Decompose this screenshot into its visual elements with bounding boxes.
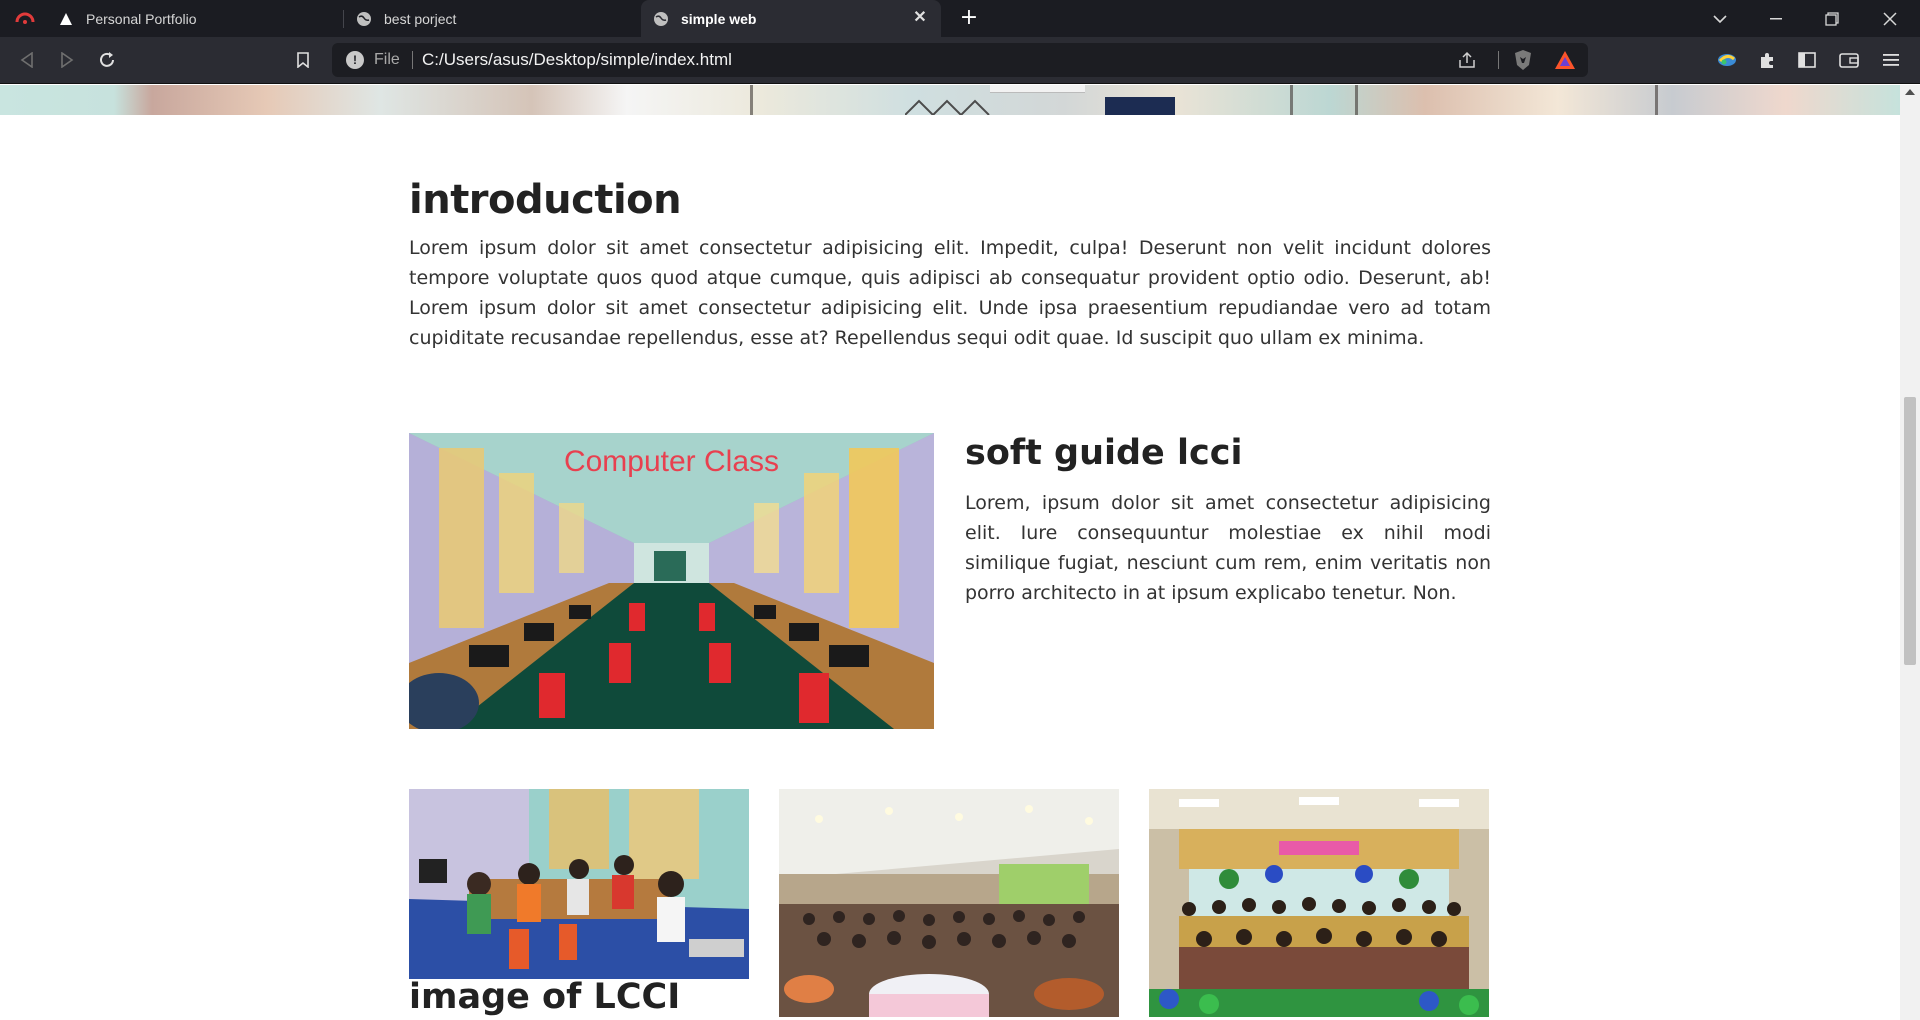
hero-detail bbox=[1655, 85, 1658, 115]
restore-button[interactable] bbox=[1804, 0, 1860, 37]
tab-personal-portfolio[interactable]: Personal Portfolio bbox=[46, 0, 342, 37]
brave-rewards-icon[interactable] bbox=[1554, 49, 1576, 71]
hero-image bbox=[0, 85, 1900, 115]
new-tab-button[interactable]: + bbox=[956, 6, 982, 32]
hero-detail bbox=[1290, 85, 1293, 115]
hero-detail bbox=[905, 99, 990, 115]
tab-simple-web[interactable]: simple web ✕ bbox=[641, 0, 941, 37]
tab-search-icon[interactable] bbox=[1692, 0, 1748, 37]
sidebar-icon[interactable] bbox=[1794, 47, 1820, 73]
forward-button[interactable] bbox=[54, 47, 80, 73]
feature-heading: soft guide lcci bbox=[965, 433, 1243, 473]
browser-toolbar: ! File C:/Users/asus/Desktop/simple/inde… bbox=[0, 37, 1920, 84]
close-window-button[interactable] bbox=[1862, 0, 1918, 37]
bookmark-icon[interactable] bbox=[290, 47, 316, 73]
portfolio-favicon bbox=[58, 11, 74, 27]
gallery-image-3 bbox=[1149, 789, 1489, 1017]
gallery-image-1 bbox=[409, 789, 749, 979]
browser-menu-icon[interactable] bbox=[12, 6, 38, 32]
minimize-button[interactable] bbox=[1748, 0, 1804, 37]
intro-heading: introduction bbox=[409, 177, 682, 223]
address-bar[interactable]: ! File C:/Users/asus/Desktop/simple/inde… bbox=[332, 43, 1588, 77]
tab-title: best porject bbox=[384, 10, 457, 27]
computer-class-image: Computer Class bbox=[409, 433, 934, 729]
gallery-heading: image of LCCI bbox=[409, 977, 681, 1017]
gallery-image-2 bbox=[779, 789, 1119, 1017]
scroll-up-arrow-icon[interactable] bbox=[1905, 89, 1915, 95]
page-viewport: introduction Lorem ipsum dolor sit amet … bbox=[0, 85, 1900, 1020]
reload-button[interactable] bbox=[94, 47, 120, 73]
page-scrollbar[interactable] bbox=[1900, 85, 1920, 1020]
close-tab-icon[interactable]: ✕ bbox=[911, 9, 929, 27]
scheme-label: File bbox=[374, 51, 400, 68]
intro-paragraph: Lorem ipsum dolor sit amet consectetur a… bbox=[409, 237, 1491, 349]
main-menu-icon[interactable] bbox=[1878, 47, 1904, 73]
address-divider bbox=[412, 51, 413, 69]
feature-paragraph: Lorem, ipsum dolor sit amet consectetur … bbox=[965, 492, 1491, 604]
globe-icon bbox=[653, 11, 669, 27]
extensions-icon[interactable] bbox=[1754, 47, 1780, 73]
url-text[interactable]: C:/Users/asus/Desktop/simple/index.html bbox=[422, 50, 732, 70]
tab-title: Personal Portfolio bbox=[86, 10, 197, 27]
tab-title: simple web bbox=[681, 10, 757, 27]
vpn-extension-icon[interactable] bbox=[1714, 47, 1740, 73]
wallet-icon[interactable] bbox=[1836, 47, 1862, 73]
image-caption: Computer Class bbox=[563, 445, 780, 478]
hero-detail bbox=[1105, 97, 1175, 115]
omnibox-divider bbox=[1498, 51, 1499, 69]
site-info-icon[interactable]: ! bbox=[346, 51, 364, 69]
hero-detail bbox=[990, 85, 1085, 93]
scrollbar-thumb[interactable] bbox=[1904, 397, 1916, 665]
hero-detail bbox=[750, 85, 753, 115]
tab-best-porject[interactable]: best porject bbox=[344, 0, 640, 37]
back-button[interactable] bbox=[14, 47, 40, 73]
share-icon[interactable] bbox=[1456, 49, 1478, 71]
tab-strip: Personal Portfolio best porject simple w… bbox=[0, 0, 1920, 37]
globe-icon bbox=[356, 11, 372, 27]
hero-detail bbox=[1355, 85, 1358, 115]
brave-shields-icon[interactable] bbox=[1512, 49, 1534, 71]
